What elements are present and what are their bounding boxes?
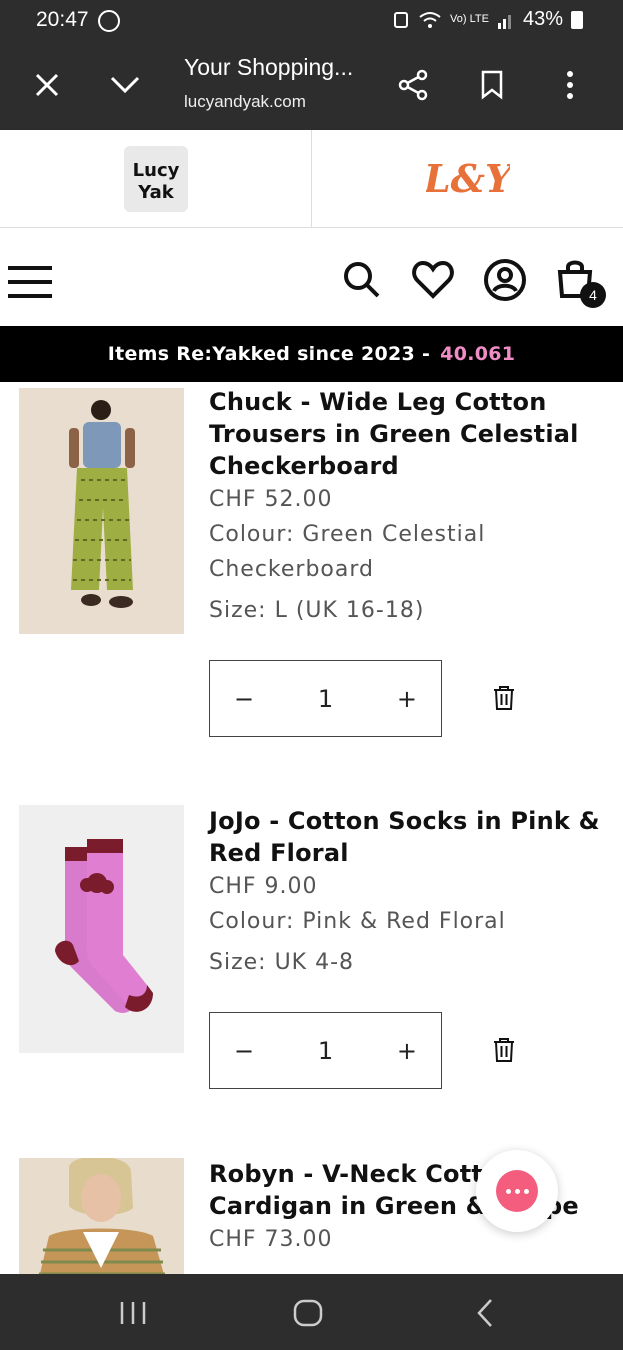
cart-items: Chuck - Wide Leg Cotton Trousers in Gree… [0, 382, 623, 1274]
product-colour: Colour: Pink & Red Floral [209, 909, 506, 934]
product-size: Size: L (UK 16-18) [209, 598, 425, 623]
product-price: CHF 73.00 [209, 1227, 333, 1252]
product-image-chuck[interactable] [19, 388, 184, 634]
battery-percent: 43% [522, 8, 563, 30]
ly-logo: L&Y [426, 156, 510, 201]
svg-text:L&Y: L&Y [426, 156, 510, 201]
chat-icon [496, 1170, 538, 1212]
item-details: Chuck - Wide Leg Cotton Trousers in Gree… [209, 386, 609, 628]
announcement-banner: Items Re:Yakked since 2023 - 40.061 [0, 326, 623, 382]
more-options-button[interactable] [547, 62, 593, 108]
banner-count: 40.061 [440, 343, 516, 365]
increase-qty-button[interactable]: + [397, 685, 417, 713]
system-nav-bar [0, 1274, 623, 1350]
search-icon[interactable] [340, 258, 384, 302]
product-photo [69, 400, 135, 608]
lte-label: Vo) LTE [450, 13, 489, 25]
product-photo [39, 1158, 165, 1274]
increase-qty-button[interactable]: + [397, 1037, 417, 1065]
more-icon [567, 71, 573, 99]
chevron-down-icon [110, 76, 140, 94]
status-bar: 20:47 Vo) LTE 43% [0, 0, 623, 42]
product-name[interactable]: Chuck - Wide Leg Cotton Trousers in Gree… [209, 386, 609, 482]
svg-text:Yak: Yak [137, 182, 175, 203]
decrease-qty-button[interactable]: − [234, 1037, 254, 1065]
bookmark-button[interactable] [469, 62, 515, 108]
page-title: Your Shopping... [184, 54, 354, 80]
page-url[interactable]: lucyandyak.com [184, 92, 306, 112]
trash-icon[interactable] [492, 1037, 516, 1063]
signal-icon [497, 14, 511, 29]
product-price: CHF 9.00 [209, 874, 318, 899]
lucy-yak-logo-tab[interactable]: Lucy Yak [0, 130, 311, 227]
site-header: 4 [0, 228, 623, 326]
product-price: CHF 52.00 [209, 487, 333, 512]
ly-logo-tab[interactable]: L&Y [311, 130, 623, 227]
item-details: JoJo - Cotton Socks in Pink & Red Floral… [209, 805, 609, 980]
battery-icon [571, 10, 583, 29]
back-icon[interactable] [469, 1296, 503, 1330]
cart-button[interactable]: 4 [556, 258, 606, 308]
lucy-yak-logo-icon: Lucy Yak [132, 160, 179, 203]
menu-icon[interactable] [8, 260, 52, 304]
quantity-value[interactable]: 1 [318, 685, 333, 713]
lucy-yak-logo: Lucy Yak [123, 145, 188, 212]
share-icon [398, 69, 428, 101]
decrease-qty-button[interactable]: − [234, 685, 254, 713]
status-indicators: Vo) LTE 43% [392, 8, 583, 31]
status-time: 20:47 [36, 8, 89, 31]
svg-text:Lucy: Lucy [132, 160, 179, 181]
quantity-stepper: − 1 + [209, 660, 442, 737]
chat-button[interactable] [476, 1150, 558, 1232]
close-button[interactable] [24, 62, 70, 108]
quantity-stepper: − 1 + [209, 1012, 442, 1089]
product-image-robyn[interactable] [19, 1158, 184, 1274]
heart-icon[interactable] [411, 258, 455, 302]
minimize-button[interactable] [102, 62, 148, 108]
cart-count-badge: 4 [580, 282, 606, 308]
product-name[interactable]: JoJo - Cotton Socks in Pink & Red Floral [209, 805, 609, 869]
trash-icon[interactable] [492, 685, 516, 711]
banner-label: Items Re:Yakked since 2023 - [107, 343, 431, 365]
product-colour: Colour: Green Celestial Checkerboard [209, 522, 486, 582]
whatsapp-icon [98, 10, 120, 32]
nfc-icon [394, 11, 409, 28]
home-icon[interactable] [291, 1296, 325, 1330]
brand-switcher: Lucy Yak L&Y [0, 130, 623, 228]
close-icon [35, 73, 59, 97]
recent-apps-icon[interactable] [116, 1296, 150, 1330]
quantity-value[interactable]: 1 [318, 1037, 333, 1065]
product-size: Size: UK 4-8 [209, 950, 355, 975]
account-icon[interactable] [483, 258, 527, 302]
browser-toolbar: Your Shopping... lucyandyak.com [0, 42, 623, 130]
wifi-icon [419, 11, 441, 28]
bookmark-icon [481, 70, 503, 100]
product-image-jojo[interactable] [19, 805, 184, 1053]
product-photo [55, 839, 153, 1013]
share-button[interactable] [390, 62, 436, 108]
